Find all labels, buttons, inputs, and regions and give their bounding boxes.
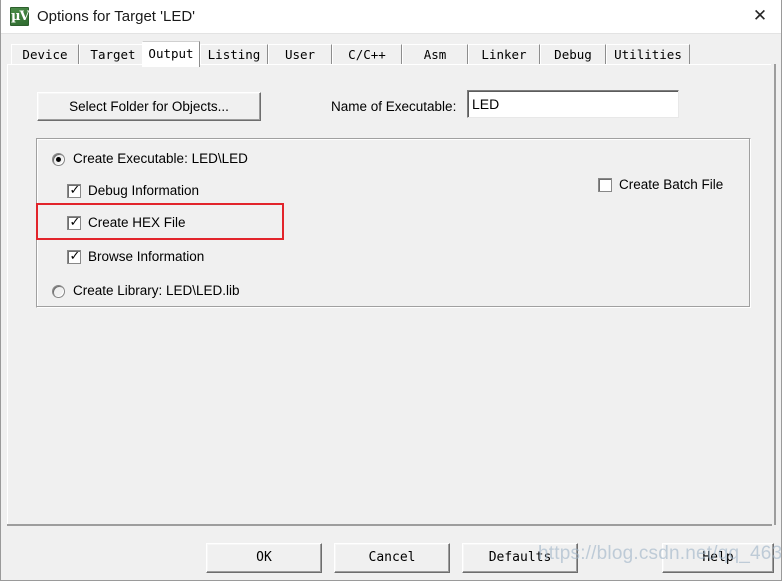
tab-target[interactable]: Target — [79, 44, 147, 65]
close-icon: ✕ — [752, 6, 768, 26]
checkbox-indicator-icon: ✓ — [67, 249, 81, 264]
create-library-label: Create Library: LED\LED.lib — [73, 283, 240, 298]
options-dialog: µV Options for Target 'LED' ✕ Device Tar… — [0, 0, 782, 581]
tab-utilities[interactable]: Utilities — [606, 44, 690, 65]
create-batch-file-label: Create Batch File — [619, 177, 724, 192]
create-executable-label: Create Executable: LED\LED — [73, 151, 248, 166]
app-icon-glyph: µV — [11, 9, 30, 24]
name-of-executable-input[interactable] — [467, 90, 679, 118]
uvision-app-icon: µV — [10, 7, 30, 26]
tab-user[interactable]: User — [268, 44, 332, 65]
title-bar: µV Options for Target 'LED' ✕ — [1, 0, 781, 34]
tab-strip: Device Target Output Listing User C/C++ … — [6, 41, 778, 67]
ok-button[interactable]: OK — [206, 543, 322, 573]
close-button[interactable]: ✕ — [737, 0, 781, 33]
select-folder-for-objects-button[interactable]: Select Folder for Objects... — [37, 92, 261, 121]
checkbox-indicator-icon: ✓ — [598, 178, 612, 192]
defaults-button[interactable]: Defaults — [462, 543, 578, 573]
checkbox-indicator-icon: ✓ — [67, 215, 81, 230]
tab-device[interactable]: Device — [11, 44, 79, 65]
browse-information-label: Browse Information — [88, 249, 205, 264]
panel-bottom-edge — [7, 524, 772, 526]
tab-c-cpp[interactable]: C/C++ — [332, 44, 402, 65]
create-hex-file-label: Create HEX File — [88, 215, 186, 230]
panel-right-edge — [774, 64, 776, 525]
tab-debug[interactable]: Debug — [540, 44, 606, 65]
name-of-executable-label: Name of Executable: — [331, 99, 457, 114]
tab-listing[interactable]: Listing — [200, 44, 268, 65]
radio-indicator-icon — [52, 153, 65, 166]
tab-asm[interactable]: Asm — [402, 44, 468, 65]
checkbox-indicator-icon: ✓ — [67, 183, 81, 198]
debug-information-label: Debug Information — [88, 183, 200, 198]
window-title: Options for Target 'LED' — [37, 8, 196, 25]
tab-output[interactable]: Output — [142, 41, 200, 67]
help-button[interactable]: Help — [662, 543, 774, 573]
tab-linker[interactable]: Linker — [468, 44, 540, 65]
cancel-button[interactable]: Cancel — [334, 543, 450, 573]
radio-indicator-icon — [52, 285, 65, 298]
